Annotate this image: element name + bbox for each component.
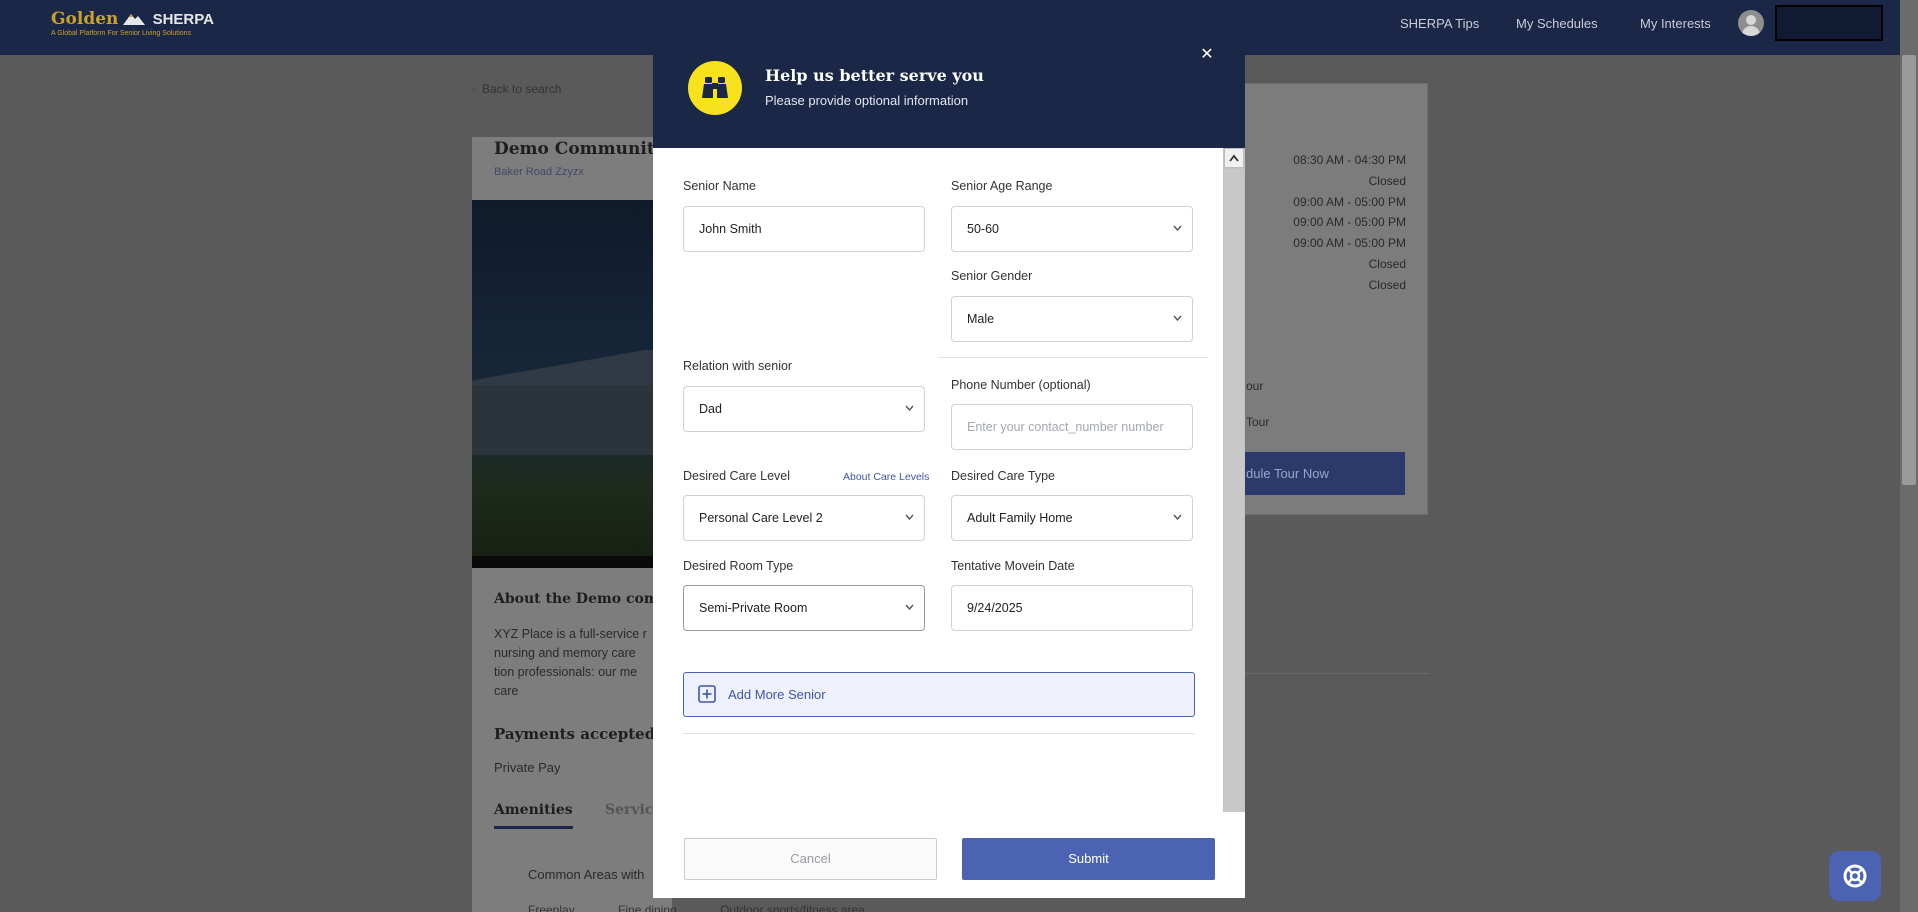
- about-text: XYZ Place is a full-service r nursing an…: [494, 627, 647, 698]
- divider: [1240, 673, 1430, 674]
- tab-services[interactable]: Servic: [605, 802, 653, 818]
- submit-button[interactable]: Submit: [962, 838, 1215, 880]
- senior-gender-select[interactable]: Male: [951, 296, 1193, 342]
- movein-date-input[interactable]: 9/24/2025: [951, 585, 1193, 631]
- brand-logo[interactable]: Golden SHERPA A Global Platform For Seni…: [51, 9, 214, 37]
- amenity-item: Common Areas with: [528, 867, 645, 882]
- community-photo: [472, 200, 672, 568]
- tour-option[interactable]: our: [1246, 379, 1263, 393]
- about-title: About the Demo comm: [494, 591, 674, 607]
- preferences-modal: Help us better serve you Please provide …: [653, 16, 1245, 898]
- modal-subtitle: Please provide optional information: [765, 93, 969, 108]
- binoculars-icon: [688, 61, 742, 115]
- payments-value: Private Pay: [494, 760, 561, 775]
- chevron-up-icon: [1229, 154, 1239, 162]
- chevron-down-icon: [905, 514, 914, 520]
- modal-scrollbar-thumb[interactable]: [1224, 169, 1244, 812]
- hours-list: 08:30 AM - 04:30 PM Closed 09:00 AM - 05…: [1293, 153, 1406, 292]
- senior-name-label: Senior Name: [683, 179, 756, 193]
- brand-sherpa: SHERPA: [152, 11, 214, 28]
- senior-name-input[interactable]: John Smith: [683, 206, 925, 252]
- movein-date-label: Tentative Movein Date: [951, 559, 1075, 573]
- back-to-search-link[interactable]: ‹ Back to search: [472, 82, 561, 96]
- chevron-down-icon: [1173, 514, 1182, 520]
- senior-age-range-label: Senior Age Range: [951, 179, 1053, 193]
- room-type-label: Desired Room Type: [683, 559, 794, 573]
- close-icon[interactable]: ✕: [1199, 46, 1215, 62]
- community-title: Demo Community: [494, 139, 665, 159]
- senior-gender-label: Senior Gender: [951, 269, 1033, 283]
- divider: [938, 357, 1208, 358]
- help-button[interactable]: [1829, 851, 1881, 901]
- chevron-down-icon: [905, 604, 914, 610]
- tour-option[interactable]: Tour: [1246, 415, 1269, 429]
- page-scrollbar-thumb[interactable]: [1902, 55, 1916, 485]
- scroll-up-button[interactable]: [1224, 148, 1244, 168]
- chevron-down-icon: [1173, 315, 1182, 321]
- care-level-select[interactable]: Personal Care Level 2: [683, 495, 925, 541]
- nav-link-my-schedules[interactable]: My Schedules: [1516, 16, 1598, 31]
- brand-tagline: A Global Platform For Senior Living Solu…: [51, 30, 192, 37]
- cancel-button[interactable]: Cancel: [684, 838, 937, 880]
- nav-link-sherpa-tips[interactable]: SHERPA Tips: [1400, 16, 1479, 31]
- amenity-list: Freeplay Fine dining Outdoor sports/fitn…: [528, 903, 865, 912]
- chevron-down-icon: [1173, 225, 1182, 231]
- relation-select[interactable]: Dad: [683, 386, 925, 432]
- community-address: Baker Road Zzyzx: [494, 166, 584, 178]
- care-level-label: Desired Care Level: [683, 469, 790, 483]
- modal-title: Help us better serve you: [765, 66, 984, 85]
- hours-card: [1240, 83, 1428, 515]
- mountain-icon: [123, 14, 146, 25]
- lifebuoy-icon: [1843, 864, 1867, 888]
- room-type-select[interactable]: Semi-Private Room: [683, 585, 925, 631]
- chevron-down-icon: [905, 405, 914, 411]
- add-more-senior-button[interactable]: Add More Senior: [683, 672, 1195, 717]
- senior-age-range-select[interactable]: 50-60: [951, 206, 1193, 252]
- nav-link-my-interests[interactable]: My Interests: [1640, 16, 1711, 31]
- care-type-select[interactable]: Adult Family Home: [951, 495, 1193, 541]
- chevron-left-icon: ‹: [472, 82, 476, 96]
- phone-input[interactable]: Enter your contact_number number: [951, 404, 1193, 450]
- plus-square-icon: [698, 685, 716, 703]
- brand-golden: Golden: [51, 9, 119, 29]
- user-avatar[interactable]: [1738, 10, 1764, 36]
- about-care-levels-link[interactable]: About Care Levels: [843, 471, 929, 483]
- schedule-tour-button[interactable]: dule Tour Now: [1240, 452, 1405, 495]
- care-type-label: Desired Care Type: [951, 469, 1055, 483]
- relation-label: Relation with senior: [683, 359, 793, 373]
- payments-title: Payments accepted: [494, 725, 656, 743]
- modal-header: Help us better serve you Please provide …: [653, 16, 1245, 148]
- divider: [683, 733, 1195, 734]
- phone-label: Phone Number (optional): [951, 378, 1091, 392]
- nav-account-button[interactable]: [1775, 5, 1883, 41]
- tab-amenities[interactable]: Amenities: [494, 802, 573, 829]
